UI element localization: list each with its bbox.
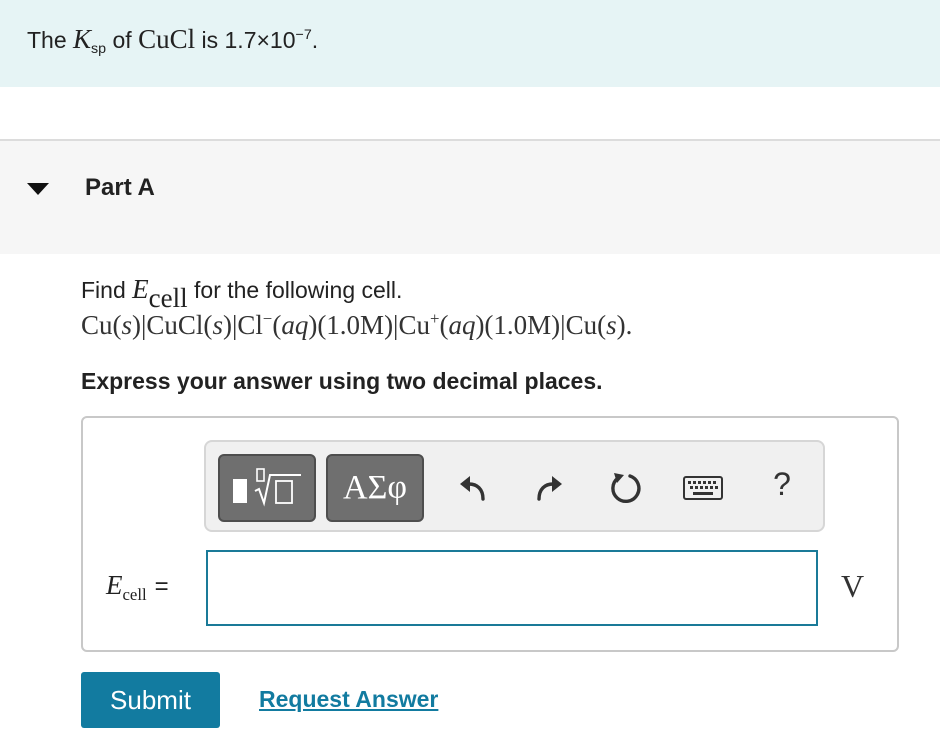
answer-e-subscript: cell bbox=[122, 584, 147, 604]
intro-prefix: The bbox=[27, 27, 67, 53]
ksp-subscript: sp bbox=[91, 40, 107, 57]
equals-sign: = bbox=[154, 573, 169, 600]
answer-box: ΑΣφ ? Ecell = V bbox=[81, 416, 899, 652]
collapse-caret-icon[interactable] bbox=[27, 183, 49, 195]
reset-icon bbox=[611, 473, 641, 504]
redo-icon bbox=[537, 476, 562, 501]
templates-button[interactable] bbox=[218, 454, 316, 522]
ksp-statement: The Ksp of CuCl is 1.7×10−7. bbox=[27, 24, 319, 57]
undo-button[interactable] bbox=[454, 470, 490, 506]
ksp-value: 1.7×10 bbox=[224, 27, 296, 53]
math-toolbar: ΑΣφ ? bbox=[204, 440, 825, 532]
question-find: Find bbox=[81, 277, 126, 303]
greek-letters-icon: ΑΣφ bbox=[343, 469, 407, 506]
part-a-header[interactable]: Part A bbox=[0, 139, 940, 254]
answer-input[interactable] bbox=[206, 550, 818, 626]
help-button[interactable]: ? bbox=[764, 466, 800, 502]
submit-button[interactable]: Submit bbox=[81, 672, 220, 728]
help-icon: ? bbox=[773, 465, 791, 502]
e-subscript: cell bbox=[148, 283, 188, 314]
intro-is: is bbox=[201, 27, 219, 53]
answer-label: Ecell = bbox=[106, 570, 169, 604]
question-rest: for the following cell. bbox=[194, 277, 403, 303]
answer-e-symbol: E bbox=[106, 570, 123, 600]
keyboard-button[interactable] bbox=[682, 470, 724, 506]
part-title: Part A bbox=[85, 174, 155, 201]
greek-letters-button[interactable]: ΑΣφ bbox=[326, 454, 424, 522]
reset-button[interactable] bbox=[608, 470, 644, 506]
e-symbol: E bbox=[132, 274, 149, 304]
problem-intro: The Ksp of CuCl is 1.7×10−7. bbox=[0, 0, 940, 87]
intro-of: of bbox=[112, 27, 132, 53]
ksp-symbol: K bbox=[73, 24, 92, 54]
compound-formula: CuCl bbox=[138, 24, 196, 54]
ksp-exponent: −7 bbox=[295, 27, 312, 44]
undo-icon bbox=[460, 476, 485, 501]
keyboard-icon bbox=[683, 476, 723, 500]
intro-period: . bbox=[311, 27, 319, 53]
request-answer-link[interactable]: Request Answer bbox=[259, 686, 438, 713]
redo-button[interactable] bbox=[532, 470, 568, 506]
templates-icon bbox=[233, 468, 301, 507]
cell-notation: Cu(s)|CuCl(s)|Cl−(aq)(1.0M)|Cu+(aq)(1.0M… bbox=[81, 308, 633, 340]
answer-instruction: Express your answer using two decimal pl… bbox=[81, 368, 603, 394]
unit-label: V bbox=[841, 568, 865, 604]
question-text: Find Ecell for the following cell. bbox=[81, 274, 403, 312]
